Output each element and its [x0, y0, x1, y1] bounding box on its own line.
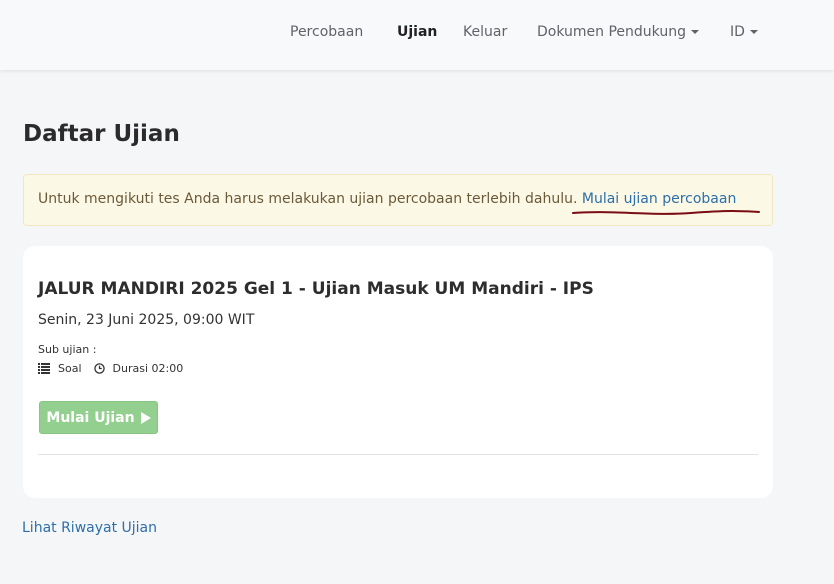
handwritten-underline-annotation: [572, 210, 760, 215]
start-exam-button[interactable]: Mulai Ujian: [39, 401, 158, 434]
sub-item-durasi: Durasi 02:00: [112, 362, 184, 375]
start-trial-link[interactable]: Mulai ujian percobaan: [582, 191, 736, 207]
caret-down-icon: [690, 30, 699, 34]
clock-icon: [93, 363, 105, 374]
sub-exam-list: Soal Durasi 02:00: [38, 362, 183, 375]
list-icon: [38, 363, 50, 374]
alert-message: Untuk mengikuti tes Anda harus melakukan…: [38, 191, 578, 207]
nav-dokumen-label: Dokumen Pendukung: [537, 24, 686, 40]
caret-down-icon: [749, 30, 758, 34]
play-icon: [140, 411, 151, 424]
exam-title: JALUR MANDIRI 2025 Gel 1 - Ujian Masuk U…: [38, 279, 594, 299]
exam-card: JALUR MANDIRI 2025 Gel 1 - Ujian Masuk U…: [23, 246, 773, 498]
sub-exam-label: Sub ujian :: [38, 343, 97, 356]
top-navbar: Percobaan Ujian Keluar Dokumen Pendukung…: [0, 0, 834, 70]
exam-date: Senin, 23 Juni 2025, 09:00 WIT: [38, 312, 255, 328]
card-divider: [38, 454, 758, 455]
language-dropdown[interactable]: ID: [730, 24, 758, 40]
page-title: Daftar Ujian: [23, 121, 180, 147]
nav-keluar[interactable]: Keluar: [463, 24, 507, 40]
nav-dokumen-dropdown[interactable]: Dokumen Pendukung: [537, 24, 699, 40]
language-label: ID: [730, 24, 745, 40]
nav-percobaan[interactable]: Percobaan: [290, 24, 363, 40]
sub-item-soal: Soal: [58, 362, 82, 375]
nav-ujian[interactable]: Ujian: [397, 24, 437, 40]
exam-history-link[interactable]: Lihat Riwayat Ujian: [22, 520, 157, 536]
start-exam-label: Mulai Ujian: [46, 409, 135, 426]
